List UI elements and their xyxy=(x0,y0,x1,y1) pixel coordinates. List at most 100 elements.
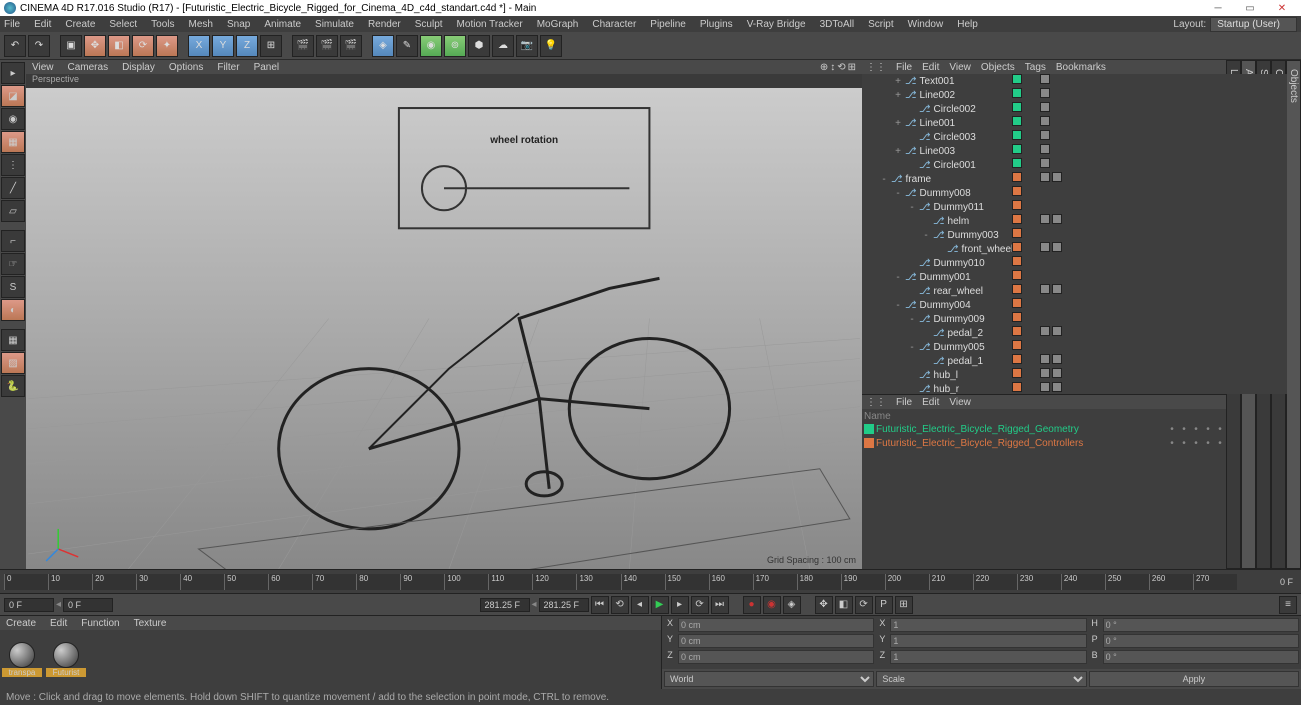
pos-key-button[interactable]: ✥ xyxy=(815,596,833,614)
coord-y[interactable] xyxy=(678,634,874,648)
menu-pipeline[interactable]: Pipeline xyxy=(650,19,686,30)
no-tag[interactable] xyxy=(1040,88,1050,98)
om-menu-objects[interactable]: Objects xyxy=(981,62,1015,73)
visibility-tag[interactable] xyxy=(1012,354,1022,364)
menu-motion-tracker[interactable]: Motion Tracker xyxy=(457,19,523,30)
menu-select[interactable]: Select xyxy=(109,19,137,30)
om-menu-edit[interactable]: Edit xyxy=(922,62,939,73)
render-region-button[interactable]: 🎬 xyxy=(316,35,338,57)
vp-menu-options[interactable]: Options xyxy=(169,62,203,73)
edge-mode-button[interactable]: ╱ xyxy=(1,177,25,199)
visibility-tag[interactable] xyxy=(1012,214,1022,224)
layer-row[interactable]: Futuristic_Electric_Bicycle_Rigged_Geome… xyxy=(864,422,1285,436)
planar-workplane-button[interactable]: ▨ xyxy=(1,352,25,374)
tex-tag[interactable] xyxy=(1040,172,1050,182)
point-mode-button[interactable]: ⋮ xyxy=(1,154,25,176)
am-grip-icon[interactable]: ⋮⋮ xyxy=(866,397,886,408)
am-menu-file[interactable]: File xyxy=(896,397,912,408)
coord-sys-button[interactable]: ⊞ xyxy=(260,35,282,57)
visibility-tag[interactable] xyxy=(1012,326,1022,336)
visibility-tag[interactable] xyxy=(1012,228,1022,238)
menu-animate[interactable]: Animate xyxy=(264,19,301,30)
make-editable-button[interactable]: ▸ xyxy=(1,62,25,84)
no-tag[interactable] xyxy=(1040,102,1050,112)
layer-flag-icon[interactable]: • xyxy=(1215,438,1225,448)
menu-plugins[interactable]: Plugins xyxy=(700,19,733,30)
tree-toggle-icon[interactable]: + xyxy=(894,146,902,157)
workplane2-button[interactable]: ◐ xyxy=(1,299,25,321)
chk-tag[interactable] xyxy=(1052,284,1062,294)
vp-icon-1[interactable]: ⊕ xyxy=(820,62,828,73)
size-y[interactable] xyxy=(890,634,1086,648)
menu-simulate[interactable]: Simulate xyxy=(315,19,354,30)
play-button[interactable]: ▶ xyxy=(651,596,669,614)
menu-mesh[interactable]: Mesh xyxy=(189,19,213,30)
scale-mode-dropdown[interactable]: Scale xyxy=(876,671,1086,687)
objects-tab[interactable]: Objects xyxy=(1286,60,1301,569)
om-menu-tags[interactable]: Tags xyxy=(1025,62,1046,73)
chk-tag[interactable] xyxy=(1052,242,1062,252)
visibility-tag[interactable] xyxy=(1012,312,1022,322)
y-axis-button[interactable]: Y xyxy=(212,35,234,57)
visibility-tag[interactable] xyxy=(1012,186,1022,196)
axis-button[interactable]: ⌐ xyxy=(1,230,25,252)
keyframe-sel-button[interactable]: ◈ xyxy=(783,596,801,614)
om-grip-icon[interactable]: ⋮⋮ xyxy=(866,62,886,73)
visibility-tag[interactable] xyxy=(1012,158,1022,168)
tree-toggle-icon[interactable]: - xyxy=(894,300,902,311)
rot-p[interactable] xyxy=(1103,634,1299,648)
layer-flag-icon[interactable]: • xyxy=(1179,424,1189,434)
object-row[interactable]: ⎇hub_l xyxy=(862,368,1287,382)
visibility-tag[interactable] xyxy=(1012,172,1022,182)
object-row[interactable]: ⎇pedal_2 xyxy=(862,326,1287,340)
tree-toggle-icon[interactable]: - xyxy=(894,188,902,199)
mat-menu-function[interactable]: Function xyxy=(81,618,119,629)
om-menu-view[interactable]: View xyxy=(949,62,971,73)
object-row[interactable]: ⎇helm xyxy=(862,214,1287,228)
light-button[interactable]: 💡 xyxy=(540,35,562,57)
visibility-tag[interactable] xyxy=(1012,200,1022,210)
vp-icon-3[interactable]: ⟲ xyxy=(837,62,845,73)
layer-flag-icon[interactable]: • xyxy=(1203,438,1213,448)
menu-character[interactable]: Character xyxy=(592,19,636,30)
menu-tools[interactable]: Tools xyxy=(151,19,174,30)
object-row[interactable]: +⎇Line003 xyxy=(862,144,1287,158)
no-tag[interactable] xyxy=(1040,130,1050,140)
pen-button[interactable]: ✎ xyxy=(396,35,418,57)
am-menu-edit[interactable]: Edit xyxy=(922,397,939,408)
object-row[interactable]: -⎇frame xyxy=(862,172,1287,186)
coord-z[interactable] xyxy=(678,650,874,664)
texture-mode-button[interactable]: ◉ xyxy=(1,108,25,130)
layer-flag-icon[interactable]: • xyxy=(1179,438,1189,448)
object-row[interactable]: -⎇Dummy011 xyxy=(862,200,1287,214)
layer-flag-icon[interactable]: • xyxy=(1191,438,1201,448)
start-frame-b-field[interactable] xyxy=(63,598,113,612)
mat-menu-edit[interactable]: Edit xyxy=(50,618,67,629)
cur-frame-b-field[interactable] xyxy=(539,598,589,612)
goto-start-button[interactable]: ⏮ xyxy=(591,596,609,614)
rot-key-button[interactable]: ⟳ xyxy=(855,596,873,614)
workplane-button[interactable]: ▦ xyxy=(1,131,25,153)
visibility-tag[interactable] xyxy=(1012,298,1022,308)
object-row[interactable]: ⎇Circle003 xyxy=(862,130,1287,144)
locked-workplane-button[interactable]: ▦ xyxy=(1,329,25,351)
rotate-tool-button[interactable]: ⟳ xyxy=(132,35,154,57)
menu-sculpt[interactable]: Sculpt xyxy=(415,19,443,30)
pla-key-button[interactable]: ⊞ xyxy=(895,596,913,614)
no-tag[interactable] xyxy=(1040,158,1050,168)
menu-edit[interactable]: Edit xyxy=(34,19,51,30)
menu-v-ray-bridge[interactable]: V-Ray Bridge xyxy=(747,19,806,30)
layer-flag-icon[interactable]: • xyxy=(1191,424,1201,434)
vp-icon-4[interactable]: ⊞ xyxy=(848,62,856,73)
coord-x[interactable] xyxy=(678,618,874,632)
scale-key-button[interactable]: ◧ xyxy=(835,596,853,614)
model-mode-button[interactable]: ◪ xyxy=(1,85,25,107)
camera-button[interactable]: 📷 xyxy=(516,35,538,57)
tree-toggle-icon[interactable]: - xyxy=(908,202,916,213)
start-frame-field[interactable] xyxy=(4,598,54,612)
minimize-button[interactable]: ─ xyxy=(1203,1,1233,15)
tweak-button[interactable]: ☞ xyxy=(1,253,25,275)
visibility-tag[interactable] xyxy=(1012,368,1022,378)
next-frame-button[interactable]: ▸ xyxy=(671,596,689,614)
goto-next-key-button[interactable]: ⟳ xyxy=(691,596,709,614)
